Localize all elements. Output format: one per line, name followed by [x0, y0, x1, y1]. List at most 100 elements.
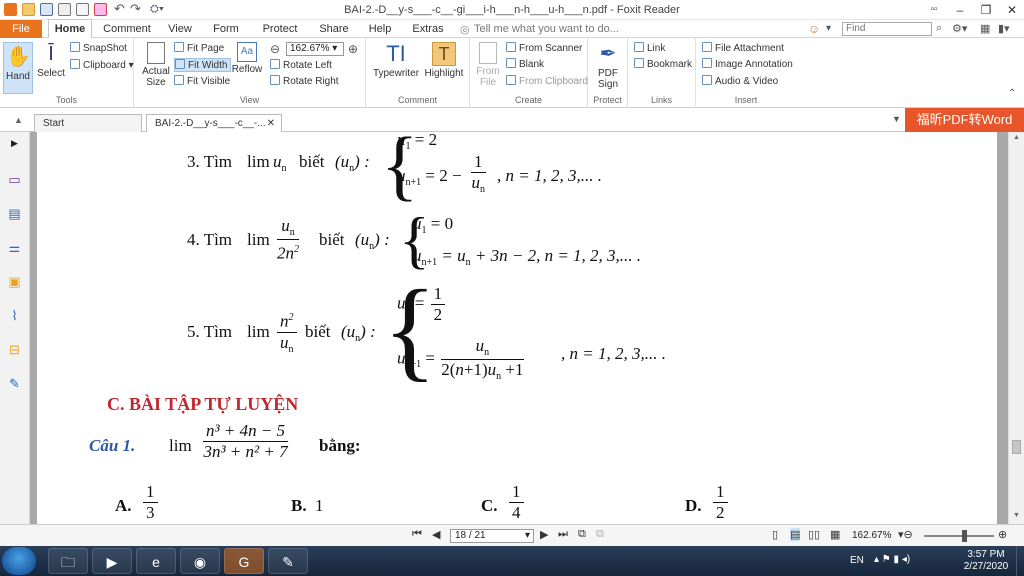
signatures-icon[interactable]: ✎ — [7, 376, 22, 391]
find-input[interactable]: Find — [842, 22, 932, 36]
layers-icon[interactable]: ▤ — [7, 206, 22, 221]
actual-size-button[interactable]: Actual Size — [140, 42, 172, 88]
ribbon-options-icon[interactable]: ▫▫ — [920, 0, 948, 20]
last-page-icon[interactable]: ⏭ — [558, 528, 568, 541]
fit-page-button[interactable]: Fit Page — [174, 42, 224, 56]
ie-taskbar-icon[interactable]: e — [136, 548, 176, 574]
image-annotation-button[interactable]: Image Annotation — [702, 58, 793, 72]
menu-extras[interactable]: Extras — [406, 20, 450, 38]
comments-icon[interactable]: ▣ — [7, 274, 22, 289]
problem-5-biet: biết — [305, 322, 331, 341]
fit-width-icon — [175, 59, 185, 69]
zoom-slider[interactable] — [924, 535, 994, 537]
rotate-right-button[interactable]: Rotate Right — [270, 75, 339, 89]
typewriter-icon: TI — [386, 41, 406, 66]
close-button[interactable]: ✕ — [998, 0, 1024, 20]
fit-visible-button[interactable]: Fit Visible — [174, 75, 230, 89]
bookmarks-icon[interactable]: ⚌ — [7, 240, 22, 255]
continuous-facing-icon[interactable]: ▦ — [830, 528, 840, 541]
vertical-scrollbar[interactable]: ▲ ▼ — [1008, 132, 1024, 524]
settings-icon[interactable]: ⚙▾ — [952, 22, 967, 35]
system-clock[interactable]: 3:57 PM 2/27/2020 — [960, 549, 1012, 573]
hand-button[interactable]: ✋ Hand — [3, 42, 33, 94]
highlight-button[interactable]: T Highlight — [422, 42, 466, 79]
audio-video-button[interactable]: Audio & Video — [702, 75, 778, 89]
skin-icon[interactable]: ▦ — [980, 22, 990, 35]
scroll-up-icon[interactable]: ▲ — [1013, 134, 1020, 141]
foxit-taskbar-icon[interactable]: G — [224, 548, 264, 574]
pdf-sign-button[interactable]: ✒ PDF Sign — [592, 42, 624, 90]
from-file-button[interactable]: From File — [474, 42, 502, 88]
zoom-in-status-icon[interactable]: ⊕ — [998, 528, 1007, 541]
previous-view-icon[interactable]: ⧉ — [578, 528, 586, 541]
zoom-menu-icon[interactable]: ▾⊖ — [898, 528, 913, 541]
menu-view[interactable]: View — [160, 20, 200, 38]
rotate-left-icon — [270, 59, 280, 69]
reflow-button[interactable]: Aa Reflow — [230, 42, 264, 75]
link-button[interactable]: Link — [634, 42, 665, 56]
language-indicator[interactable]: EN — [850, 555, 864, 566]
attachments-icon[interactable]: ⌇ — [7, 308, 22, 323]
start-button[interactable] — [2, 547, 36, 575]
snapshot-button[interactable]: SnapShot — [70, 42, 127, 56]
scroll-thumb[interactable] — [1012, 440, 1021, 454]
blank-button[interactable]: Blank — [506, 58, 544, 72]
scroll-down-icon[interactable]: ▼ — [1013, 512, 1020, 519]
menu-protect[interactable]: Protect — [256, 20, 304, 38]
continuous-icon[interactable]: ▤ — [790, 528, 801, 541]
answer-d-value: 12 — [711, 482, 730, 523]
clipboard-button[interactable]: Clipboard ▾ — [70, 59, 134, 73]
tool-taskbar-icon[interactable]: ✎ — [268, 548, 308, 574]
tray-icons[interactable]: ▴ ⚑ ▮ ◂) — [874, 554, 910, 565]
security-lock-icon[interactable]: ⊟ — [7, 342, 22, 357]
menu-help[interactable]: Help — [362, 20, 398, 38]
group-links: Link Bookmark Links — [628, 38, 696, 108]
document-viewport[interactable]: 3. Tìm lim un biết (un) : { u1 = 2 un+1 … — [30, 126, 1008, 524]
first-page-icon[interactable]: ⏮ — [412, 528, 422, 541]
menu-file[interactable]: File — [0, 20, 42, 38]
prev-page-icon[interactable]: ◀ — [432, 528, 440, 541]
file-attachment-button[interactable]: File Attachment — [702, 42, 784, 56]
fit-width-button[interactable]: Fit Width — [174, 58, 232, 72]
search-icon[interactable]: ⌕ — [936, 22, 942, 35]
question-1-bang: bằng: — [319, 436, 361, 455]
tab-list-icon[interactable]: ▼ — [892, 114, 901, 124]
pdf-to-word-banner[interactable]: 福昕PDF转Word — [905, 108, 1024, 132]
minimize-button[interactable]: – — [946, 0, 974, 20]
select-button[interactable]: Ī Select — [36, 42, 66, 79]
collapse-ribbon-icon[interactable]: ⌃ — [1008, 88, 1016, 99]
menu-comment[interactable]: Comment — [100, 20, 154, 38]
rotate-left-button[interactable]: Rotate Left — [270, 59, 332, 73]
media-player-taskbar-icon[interactable]: ▶ — [92, 548, 132, 574]
tab-start[interactable]: Start — [34, 114, 142, 132]
show-desktop-button[interactable] — [1016, 546, 1024, 576]
find-options-icon[interactable]: ▾ — [826, 23, 831, 34]
from-clipboard-button[interactable]: From Clipboard — [506, 75, 588, 89]
zoom-select[interactable]: 162.67% ▾ — [286, 42, 344, 56]
chrome-taskbar-icon[interactable]: ◉ — [180, 548, 220, 574]
zoom-out-icon[interactable]: ⊖ — [270, 42, 280, 56]
from-scanner-button[interactable]: From Scanner — [506, 42, 582, 56]
tell-me-search[interactable]: Tell me what you want to do... — [474, 23, 619, 35]
facing-icon[interactable]: ▯▯ — [808, 528, 820, 541]
page-number-input[interactable]: 18 / 21 ▾ — [450, 529, 534, 543]
typewriter-button[interactable]: TI Typewriter — [372, 41, 420, 80]
zoom-slider-thumb[interactable] — [962, 530, 967, 542]
smiley-icon[interactable]: ☺ — [808, 22, 820, 36]
zoom-in-icon[interactable]: ⊕ — [348, 42, 358, 56]
tab-nav-icon[interactable]: ▲ — [14, 115, 23, 125]
pages-icon[interactable]: ▭ — [7, 172, 22, 187]
next-view-icon[interactable]: ⧉ — [596, 528, 604, 541]
explorer-taskbar-icon[interactable]: 🗀 — [48, 548, 88, 574]
menu-form[interactable]: Form — [206, 20, 246, 38]
tab-document[interactable]: BAI-2.-D__y-s___-c__-... ✕ — [146, 114, 282, 132]
expand-panel-icon[interactable]: ▶ — [7, 136, 22, 151]
menu-home[interactable]: Home — [48, 19, 92, 39]
bookmark-button[interactable]: Bookmark — [634, 58, 692, 72]
next-page-icon[interactable]: ▶ — [540, 528, 548, 541]
account-icon[interactable]: ▮▾ — [998, 22, 1010, 35]
menu-share[interactable]: Share — [314, 20, 354, 38]
maximize-button[interactable]: ❐ — [972, 0, 1000, 20]
close-tab-icon[interactable]: ✕ — [267, 115, 275, 132]
single-page-icon[interactable]: ▯ — [772, 528, 778, 541]
